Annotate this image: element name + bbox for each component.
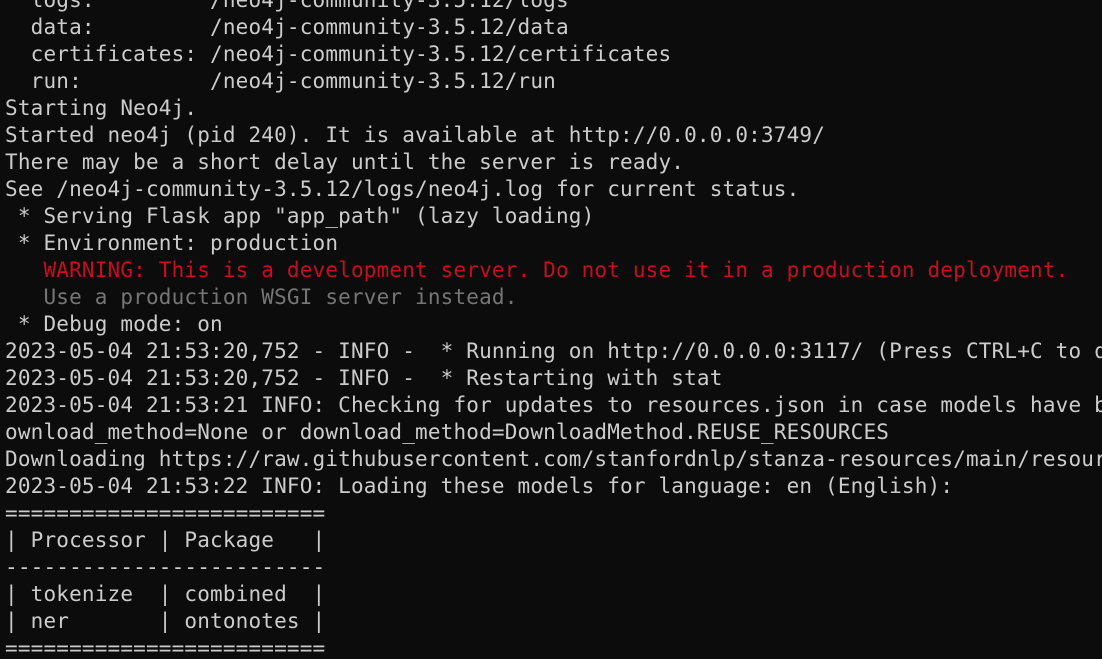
terminal-line: run: /neo4j-community-3.5.12/run bbox=[5, 69, 556, 93]
terminal-window[interactable]: logs: /neo4j-community-3.5.12/logs data:… bbox=[0, 0, 1102, 659]
terminal-line: There may be a short delay until the ser… bbox=[5, 150, 685, 174]
terminal-line: | tokenize | combined | bbox=[5, 582, 326, 606]
terminal-line: * Environment: production bbox=[5, 231, 339, 255]
terminal-line: 2023-05-04 21:53:20,752 - INFO - * Resta… bbox=[5, 366, 723, 390]
terminal-line: 2023-05-04 21:53:20,752 - INFO - * Runni… bbox=[5, 339, 1102, 363]
terminal-line: ========================= bbox=[5, 636, 326, 659]
terminal-line: ------------------------- bbox=[5, 555, 326, 579]
terminal-line: * Serving Flask app "app_path" (lazy loa… bbox=[5, 204, 595, 228]
terminal-line: | Processor | Package | bbox=[5, 528, 326, 552]
terminal-line: 2023-05-04 21:53:22 INFO: Loading these … bbox=[5, 474, 954, 498]
terminal-line: WARNING: This is a development server. D… bbox=[5, 258, 1069, 282]
terminal-line: Downloading https://raw.githubuserconten… bbox=[5, 447, 1102, 471]
terminal-line: Use a production WSGI server instead. bbox=[5, 285, 518, 309]
terminal-line: ========================= bbox=[5, 501, 326, 525]
terminal-line: ownload_method=None or download_method=D… bbox=[5, 420, 890, 444]
terminal-line: data: /neo4j-community-3.5.12/data bbox=[5, 15, 569, 39]
terminal-line: See /neo4j-community-3.5.12/logs/neo4j.l… bbox=[5, 177, 800, 201]
terminal-line: | ner | ontonotes | bbox=[5, 609, 326, 633]
terminal-output: logs: /neo4j-community-3.5.12/logs data:… bbox=[5, 0, 1102, 659]
terminal-line: 2023-05-04 21:53:21 INFO: Checking for u… bbox=[5, 393, 1102, 417]
terminal-line: Starting Neo4j. bbox=[5, 96, 198, 120]
terminal-line: Started neo4j (pid 240). It is available… bbox=[5, 123, 826, 147]
terminal-line: * Debug mode: on bbox=[5, 312, 223, 336]
terminal-line: logs: /neo4j-community-3.5.12/logs bbox=[5, 0, 569, 12]
terminal-line: certificates: /neo4j-community-3.5.12/ce… bbox=[5, 42, 672, 66]
